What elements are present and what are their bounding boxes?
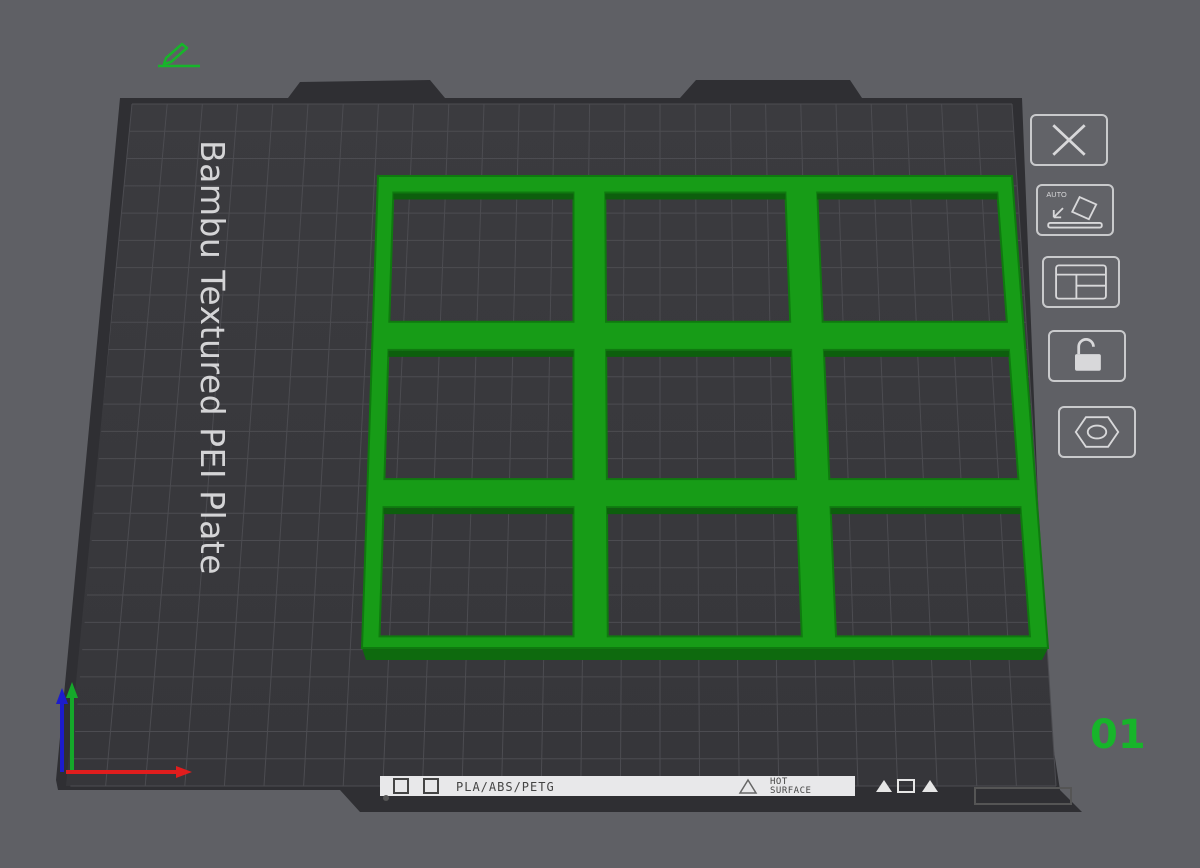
hot-surface-warning: HOT SURFACE xyxy=(770,778,850,796)
close-plate-button[interactable] xyxy=(1030,114,1108,166)
close-icon xyxy=(1052,124,1086,156)
build-plate-viewport[interactable] xyxy=(0,0,1200,868)
auto-orient-icon: AUTO xyxy=(1046,190,1103,229)
unlock-icon xyxy=(1075,338,1101,371)
hexagon-settings-icon xyxy=(1074,416,1120,448)
auto-orient-button[interactable]: AUTO xyxy=(1036,184,1114,236)
hot-surface-line-2: SURFACE xyxy=(770,786,812,796)
material-compat-text: PLA/ABS/PETG xyxy=(456,780,555,794)
arrange-button[interactable] xyxy=(1042,256,1120,308)
plate-type-label: Bambu Textured PEI Plate xyxy=(193,140,232,576)
plate-settings-button[interactable] xyxy=(1058,406,1136,458)
model-front-face xyxy=(362,648,1048,660)
lock-plate-button[interactable] xyxy=(1048,330,1126,382)
auto-label: AUTO xyxy=(1046,190,1067,199)
plate-number[interactable]: 01 xyxy=(1090,712,1146,758)
arrange-icon xyxy=(1055,264,1107,300)
edit-plate-name-icon[interactable] xyxy=(152,36,206,72)
